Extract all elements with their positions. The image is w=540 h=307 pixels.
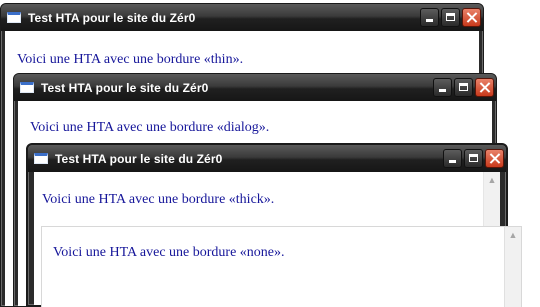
maximize-icon[interactable] bbox=[464, 149, 483, 168]
maximize-icon[interactable] bbox=[454, 78, 473, 97]
window-icon bbox=[34, 153, 48, 164]
window-title: Test HTA pour le site du Zér0 bbox=[41, 80, 209, 95]
vertical-scrollbar[interactable]: ▲ bbox=[504, 227, 521, 307]
title-bar[interactable]: Test HTA pour le site du Zér0 bbox=[28, 145, 506, 172]
minimize-icon[interactable] bbox=[443, 149, 462, 168]
minimize-icon[interactable] bbox=[433, 78, 452, 97]
scroll-up-icon[interactable]: ▲ bbox=[484, 172, 500, 189]
minimize-icon[interactable] bbox=[420, 8, 439, 27]
maximize-icon[interactable] bbox=[441, 8, 460, 27]
content-text: Voici une HTA avec une bordure «none». bbox=[53, 245, 285, 260]
content-text: Voici une HTA avec une bordure «thin». bbox=[17, 52, 244, 67]
window-icon bbox=[7, 12, 21, 23]
title-bar[interactable]: Test HTA pour le site du Zér0 bbox=[14, 74, 496, 101]
content-text: Voici une HTA avec une bordure «dialog». bbox=[30, 120, 270, 135]
window-none[interactable]: Voici une HTA avec une bordure «none». ▲ bbox=[41, 226, 522, 307]
window-title: Test HTA pour le site du Zér0 bbox=[55, 151, 223, 166]
close-icon[interactable] bbox=[475, 78, 494, 97]
window-title: Test HTA pour le site du Zér0 bbox=[28, 10, 196, 25]
close-icon[interactable] bbox=[462, 8, 481, 27]
title-bar[interactable]: Test HTA pour le site du Zér0 bbox=[1, 4, 483, 31]
close-icon[interactable] bbox=[485, 149, 504, 168]
scroll-up-icon[interactable]: ▲ bbox=[505, 227, 521, 244]
window-icon bbox=[20, 82, 34, 93]
content-text: Voici une HTA avec une bordure «thick». bbox=[42, 192, 275, 207]
